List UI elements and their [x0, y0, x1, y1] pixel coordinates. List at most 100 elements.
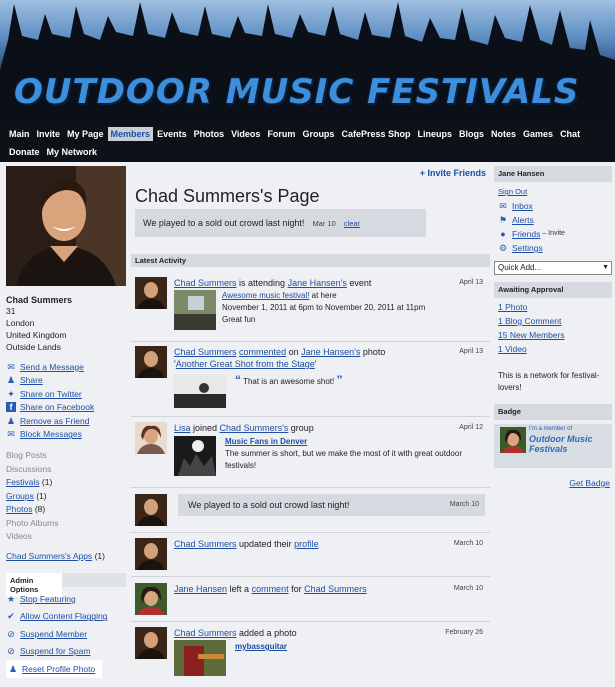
festivals-link[interactable]: Festivals [6, 477, 40, 487]
clear-status-link[interactable]: clear [344, 219, 360, 228]
nav-item-cafepress-shop[interactable]: CafePress Shop [338, 127, 413, 141]
avatar[interactable] [135, 346, 167, 378]
reset-profile-photo-action[interactable]: ♟ Reset Profile Photo [6, 660, 102, 678]
invite-link[interactable]: – Invite [542, 227, 565, 241]
action-label[interactable]: Allow Content Flagging [20, 611, 107, 621]
avatar[interactable] [135, 583, 167, 615]
stop-featuring-action[interactable]: ★ Stop Featuring [6, 590, 126, 608]
nav-item-main[interactable]: Main [6, 127, 33, 141]
suspend-member-action[interactable]: ⊘ Suspend Member [6, 625, 126, 643]
action-label[interactable]: Share [20, 375, 43, 385]
nav-item-forum[interactable]: Forum [264, 127, 298, 141]
nav-item-lineups[interactable]: Lineups [414, 127, 455, 141]
nav-item-games[interactable]: Games [520, 127, 556, 141]
allow-content-flagging-action[interactable]: ✔ Allow Content Flagging [6, 608, 126, 626]
target-link[interactable]: Jane Hansen's [301, 347, 360, 357]
profile-photo[interactable] [6, 166, 126, 286]
friends-link[interactable]: Friends [512, 227, 540, 241]
remove-as-friend-action[interactable]: ♟ Remove as Friend [6, 414, 126, 428]
commented-link[interactable]: commented [239, 347, 286, 357]
action-label[interactable]: Suspend for Spam [20, 646, 90, 656]
photo-link[interactable]: mybassguitar [235, 642, 287, 651]
awaiting-link[interactable]: 1 Video [498, 342, 527, 356]
avatar[interactable] [135, 277, 167, 309]
group-thumbnail[interactable] [174, 436, 216, 476]
action-label[interactable]: Suspend Member [20, 629, 87, 639]
awaiting-link[interactable]: 1 Photo [498, 300, 527, 314]
member-badge[interactable]: I'm a member of Outdoor Music Festivals [494, 424, 612, 468]
settings-row[interactable]: ⚙ Settings [494, 241, 612, 255]
action-label[interactable]: Block Messages [20, 429, 82, 439]
target-link[interactable]: Chad Summers [304, 584, 367, 594]
action-label[interactable]: Send a Message [20, 362, 84, 372]
action-label[interactable]: Share on Facebook [20, 402, 94, 412]
event-time: November 1, 2011 at 6pm to November 20, … [222, 303, 426, 312]
nav-item-groups[interactable]: Groups [299, 127, 337, 141]
actor-link[interactable]: Jane Hansen [174, 584, 227, 594]
avatar[interactable] [135, 422, 167, 454]
group-link[interactable]: Music Fans in Denver [225, 437, 307, 446]
suspend-for-spam-action[interactable]: ⊘ Suspend for Spam [6, 643, 126, 661]
feed-close: ' [314, 359, 317, 369]
nav-item-notes[interactable]: Notes [488, 127, 519, 141]
nav-item-donate[interactable]: Donate [6, 145, 43, 159]
festivals-count: (1) [41, 477, 53, 487]
alerts-link[interactable]: Alerts [512, 213, 534, 227]
target-link[interactable]: Jane Hansen's [288, 278, 347, 288]
inbox-row[interactable]: ✉ Inbox [494, 199, 612, 213]
action-label[interactable]: Reset Profile Photo [22, 664, 95, 674]
sign-out-link[interactable]: Sign Out [498, 185, 527, 199]
nav-item-blogs[interactable]: Blogs [456, 127, 487, 141]
send-a-message-action[interactable]: ✉ Send a Message [6, 360, 126, 374]
actor-link[interactable]: Chad Summers [174, 347, 237, 357]
groups-row: Groups (1) [6, 490, 126, 504]
action-label[interactable]: Remove as Friend [20, 416, 89, 426]
awaiting-item: 1 Blog Comment [494, 314, 612, 328]
target-link[interactable]: profile [294, 539, 319, 549]
event-link[interactable]: Awesome music festival! [222, 291, 309, 300]
block-messages-action[interactable]: ✉ Block Messages [6, 428, 126, 442]
site-title[interactable]: OUTDOOR MUSIC FESTIVALS [14, 72, 579, 112]
action-label[interactable]: Stop Featuring [20, 594, 76, 604]
groups-link[interactable]: Groups [6, 491, 34, 501]
friends-row[interactable]: ● Friends – Invite [494, 227, 612, 241]
comment-link[interactable]: comment [252, 584, 289, 594]
nav-item-my-page[interactable]: My Page [64, 127, 107, 141]
inbox-link[interactable]: Inbox [512, 199, 533, 213]
photo-thumbnail[interactable] [174, 640, 226, 676]
awaiting-link[interactable]: 1 Blog Comment [498, 314, 561, 328]
nav-item-chat[interactable]: Chat [557, 127, 583, 141]
apps-link[interactable]: Chad Summers's Apps [6, 551, 92, 561]
settings-link[interactable]: Settings [512, 241, 543, 255]
photos-link[interactable]: Photos [6, 504, 32, 514]
nav-item-members[interactable]: Members [107, 127, 154, 141]
quick-add-select[interactable]: Quick Add... ▼ [494, 261, 612, 275]
nav-item-my-network[interactable]: My Network [44, 145, 101, 159]
comment-quote: “ That is an awesome shot! ” [235, 374, 342, 388]
event-thumbnail[interactable] [174, 290, 216, 330]
target-link[interactable]: Chad Summers's [220, 423, 289, 433]
actor-link[interactable]: Chad Summers [174, 539, 237, 549]
actor-link[interactable]: Chad Summers [174, 278, 237, 288]
nav-item-invite[interactable]: Invite [34, 127, 64, 141]
photo-link[interactable]: Another Great Shot from the Stage [176, 359, 315, 369]
nav-item-photos[interactable]: Photos [191, 127, 228, 141]
get-badge-link[interactable]: Get Badge [569, 478, 610, 488]
nav-item-events[interactable]: Events [154, 127, 190, 141]
divider [131, 416, 490, 417]
action-label[interactable]: Share on Twitter [20, 389, 82, 399]
avatar[interactable] [135, 627, 167, 659]
share-on-facebook-action[interactable]: f Share on Facebook [6, 401, 126, 415]
actor-link[interactable]: Chad Summers [174, 628, 237, 638]
invite-friends-button[interactable]: + Invite Friends [420, 168, 486, 178]
avatar[interactable] [135, 538, 167, 570]
alerts-row[interactable]: ⚑ Alerts [494, 213, 612, 227]
photo-thumbnail[interactable] [174, 374, 226, 408]
share-action[interactable]: ♟ Share [6, 374, 126, 388]
avatar[interactable] [135, 494, 167, 526]
feed-text: Jane Hansen left a comment for Chad Summ… [174, 583, 479, 595]
awaiting-link[interactable]: 15 New Members [498, 328, 565, 342]
actor-link[interactable]: Lisa [174, 423, 191, 433]
share-on-twitter-action[interactable]: ✦ Share on Twitter [6, 387, 126, 401]
nav-item-videos[interactable]: Videos [228, 127, 263, 141]
